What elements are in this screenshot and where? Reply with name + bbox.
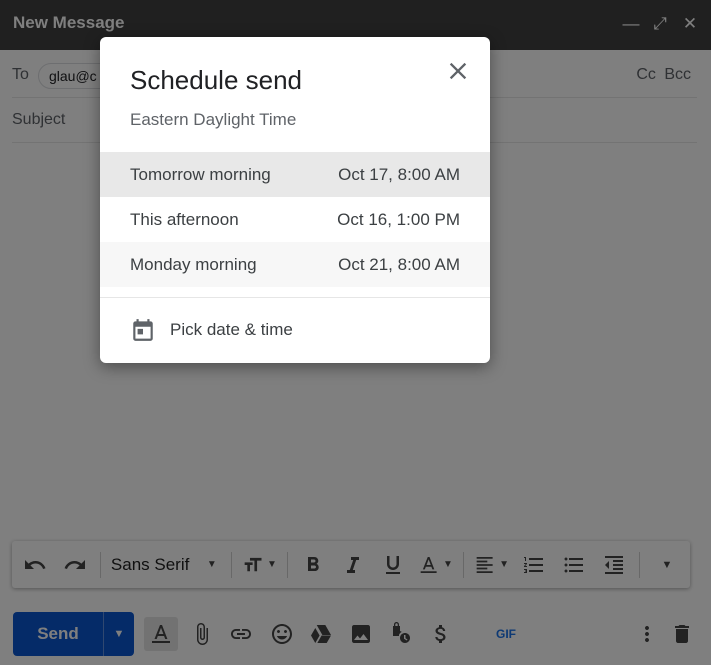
schedule-send-dialog: Schedule send Eastern Daylight Time Tomo… bbox=[100, 37, 490, 363]
option-time: Oct 17, 8:00 AM bbox=[338, 165, 460, 184]
option-label: Monday morning bbox=[130, 255, 257, 274]
schedule-option-this-afternoon[interactable]: This afternoon Oct 16, 1:00 PM bbox=[100, 197, 490, 242]
option-label: Tomorrow morning bbox=[130, 165, 271, 184]
pick-date-time-option[interactable]: Pick date & time bbox=[100, 307, 490, 353]
option-time: Oct 21, 8:00 AM bbox=[338, 255, 460, 274]
option-label: This afternoon bbox=[130, 210, 239, 229]
pick-date-time-label: Pick date & time bbox=[170, 320, 293, 339]
dialog-divider bbox=[100, 297, 490, 298]
option-time: Oct 16, 1:00 PM bbox=[337, 210, 460, 229]
dialog-title: Schedule send bbox=[130, 65, 303, 95]
timezone-label: Eastern Daylight Time bbox=[130, 110, 297, 129]
schedule-option-tomorrow-morning[interactable]: Tomorrow morning Oct 17, 8:00 AM bbox=[100, 152, 490, 197]
calendar-icon bbox=[130, 317, 156, 343]
close-icon[interactable] bbox=[444, 57, 472, 85]
schedule-option-monday-morning[interactable]: Monday morning Oct 21, 8:00 AM bbox=[100, 242, 490, 287]
